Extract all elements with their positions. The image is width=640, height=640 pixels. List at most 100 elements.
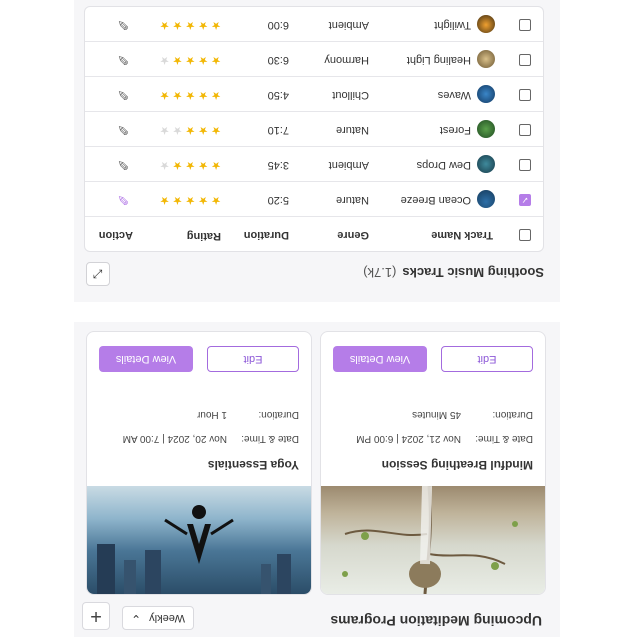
star-icon: ★ (182, 54, 196, 66)
star-icon: ★ (169, 194, 183, 206)
track-duration: 3:45 (267, 159, 289, 171)
add-program-button[interactable]: + (82, 602, 110, 630)
header-rating: Rating (186, 230, 221, 242)
tracks-table: Track Name Genre Duration Rating Action … (84, 6, 544, 252)
track-name: Dew Drops (416, 159, 471, 171)
program-date-row: Date & Time: Nov 20, 2024 | 7:00 AM (123, 433, 299, 444)
track-thumbnail (477, 190, 495, 208)
program-duration-row: Duration: 45 Minutes (412, 409, 533, 420)
program-image (87, 486, 311, 594)
edit-button[interactable]: Edit (207, 346, 299, 372)
programs-panel: Upcoming Meditation Programs Weekly ⌄ + … (74, 322, 560, 637)
row-checkbox[interactable] (519, 159, 531, 171)
row-checkbox[interactable] (519, 54, 531, 66)
view-details-button[interactable]: View Details (99, 346, 193, 372)
select-all-checkbox[interactable] (519, 229, 531, 241)
track-rating: ★★★★★ (157, 159, 221, 172)
track-name: Twilight (434, 19, 471, 31)
track-genre: Nature (335, 124, 369, 136)
star-icon: ★ (195, 89, 209, 101)
row-checkbox[interactable] (519, 19, 531, 31)
track-thumbnail (477, 155, 495, 173)
track-genre: Harmony (324, 54, 369, 66)
duration-label: Duration: (258, 409, 299, 420)
tracks-panel: Soothing Music Tracks (1.7k) ⤢ Track Name… (74, 0, 560, 302)
star-icon: ★ (156, 89, 170, 101)
row-checkbox[interactable] (519, 89, 531, 101)
tracks-title: Soothing Music Tracks (1.7k) (363, 265, 544, 280)
track-name: Forest (439, 124, 471, 136)
track-name: Ocean Breeze (400, 194, 471, 206)
track-duration: 7:10 (267, 124, 289, 136)
header-genre: Genre (337, 229, 369, 241)
star-icon: ★ (195, 54, 209, 66)
star-icon: ★ (156, 194, 170, 206)
track-thumbnail (477, 85, 495, 103)
period-select-value: Weekly (149, 612, 185, 624)
track-duration: 6:00 (267, 19, 289, 31)
expand-icon[interactable]: ⤢ (86, 262, 110, 286)
date-value: Nov 21, 2024 | 6:00 PM (356, 433, 461, 444)
edit-pencil-icon[interactable]: ✎ (117, 121, 129, 138)
track-thumbnail (477, 120, 495, 138)
track-rating: ★★★★★ (157, 194, 221, 207)
star-icon: ★ (169, 54, 183, 66)
duration-value: 45 Minutes (412, 409, 461, 420)
star-icon: ★ (208, 54, 221, 66)
program-card: Yoga Essentials Date & Time: Nov 20, 202… (86, 331, 312, 595)
star-icon: ★ (156, 19, 170, 31)
header-duration: Duration (243, 229, 289, 241)
program-card: Mindful Breathing Session Date & Time: N… (320, 331, 546, 595)
track-genre: Ambient (328, 159, 369, 171)
star-icon: ★ (182, 124, 196, 136)
track-genre: Chillout (332, 89, 369, 101)
program-image (321, 485, 545, 595)
edit-pencil-icon[interactable]: ✎ (117, 16, 129, 33)
track-duration: 4:50 (267, 89, 289, 101)
tracks-count: (1.7k) (363, 265, 397, 280)
track-name: Healing Light (406, 54, 471, 66)
date-value: Nov 20, 2024 | 7:00 AM (122, 433, 227, 444)
date-label: Date & Time: (475, 433, 533, 444)
track-rating: ★★★★★ (157, 124, 221, 137)
star-icon: ★ (156, 54, 170, 66)
program-title: Mindful Breathing Session (381, 458, 533, 472)
track-rating: ★★★★★ (157, 54, 221, 67)
edit-button[interactable]: Edit (441, 346, 533, 372)
star-icon: ★ (182, 19, 196, 31)
view-details-button[interactable]: View Details (333, 346, 427, 372)
row-checkbox[interactable]: ✓ (519, 194, 531, 206)
date-label: Date & Time: (241, 433, 299, 444)
star-icon: ★ (156, 124, 170, 136)
table-header-row: Track Name Genre Duration Rating Action (85, 216, 543, 251)
star-icon: ★ (182, 159, 196, 171)
edit-pencil-icon[interactable]: ✎ (117, 191, 129, 208)
track-duration: 5:20 (267, 194, 289, 206)
track-duration: 6:30 (267, 54, 289, 66)
program-date-row: Date & Time: Nov 21, 2024 | 6:00 PM (356, 433, 533, 444)
star-icon: ★ (169, 19, 183, 31)
edit-pencil-icon[interactable]: ✎ (117, 156, 129, 173)
star-icon: ★ (208, 194, 221, 206)
star-icon: ★ (195, 159, 209, 171)
table-row: Twilight Ambient 6:00 ★★★★★ ✎ (85, 7, 543, 41)
star-icon: ★ (156, 159, 170, 171)
program-duration-row: Duration: 1 Hour (197, 409, 299, 420)
chevron-down-icon: ⌄ (131, 612, 142, 626)
edit-pencil-icon[interactable]: ✎ (117, 86, 129, 103)
programs-title: Upcoming Meditation Programs (330, 613, 542, 629)
track-rating: ★★★★★ (157, 19, 221, 32)
edit-pencil-icon[interactable]: ✎ (117, 51, 129, 68)
star-icon: ★ (195, 19, 209, 31)
period-select[interactable]: Weekly ⌄ (122, 606, 194, 630)
star-icon: ★ (208, 159, 221, 171)
star-icon: ★ (182, 89, 196, 101)
track-genre: Nature (335, 194, 369, 206)
table-row: Dew Drops Ambient 3:45 ★★★★★ ✎ (85, 146, 543, 181)
table-row: Healing Light Harmony 6:30 ★★★★★ ✎ (85, 41, 543, 76)
star-icon: ★ (208, 89, 221, 101)
track-thumbnail (477, 50, 495, 68)
row-checkbox[interactable] (519, 124, 531, 136)
duration-value: 1 Hour (196, 409, 227, 420)
track-rating: ★★★★★ (157, 89, 221, 102)
